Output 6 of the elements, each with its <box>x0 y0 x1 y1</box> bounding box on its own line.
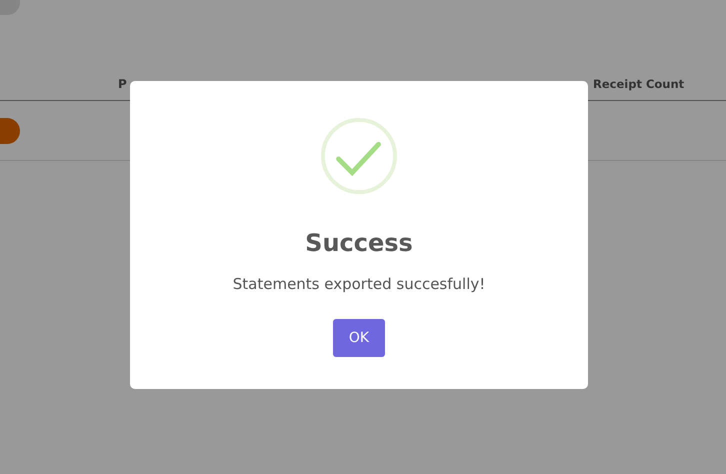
dialog-title: Success <box>305 229 413 257</box>
column-header: Receipt Count <box>593 77 684 91</box>
column-header: P <box>118 77 128 91</box>
dialog-message: Statements exported succesfully! <box>232 275 486 293</box>
ok-button[interactable]: OK <box>332 319 386 357</box>
success-check-icon <box>320 117 398 195</box>
